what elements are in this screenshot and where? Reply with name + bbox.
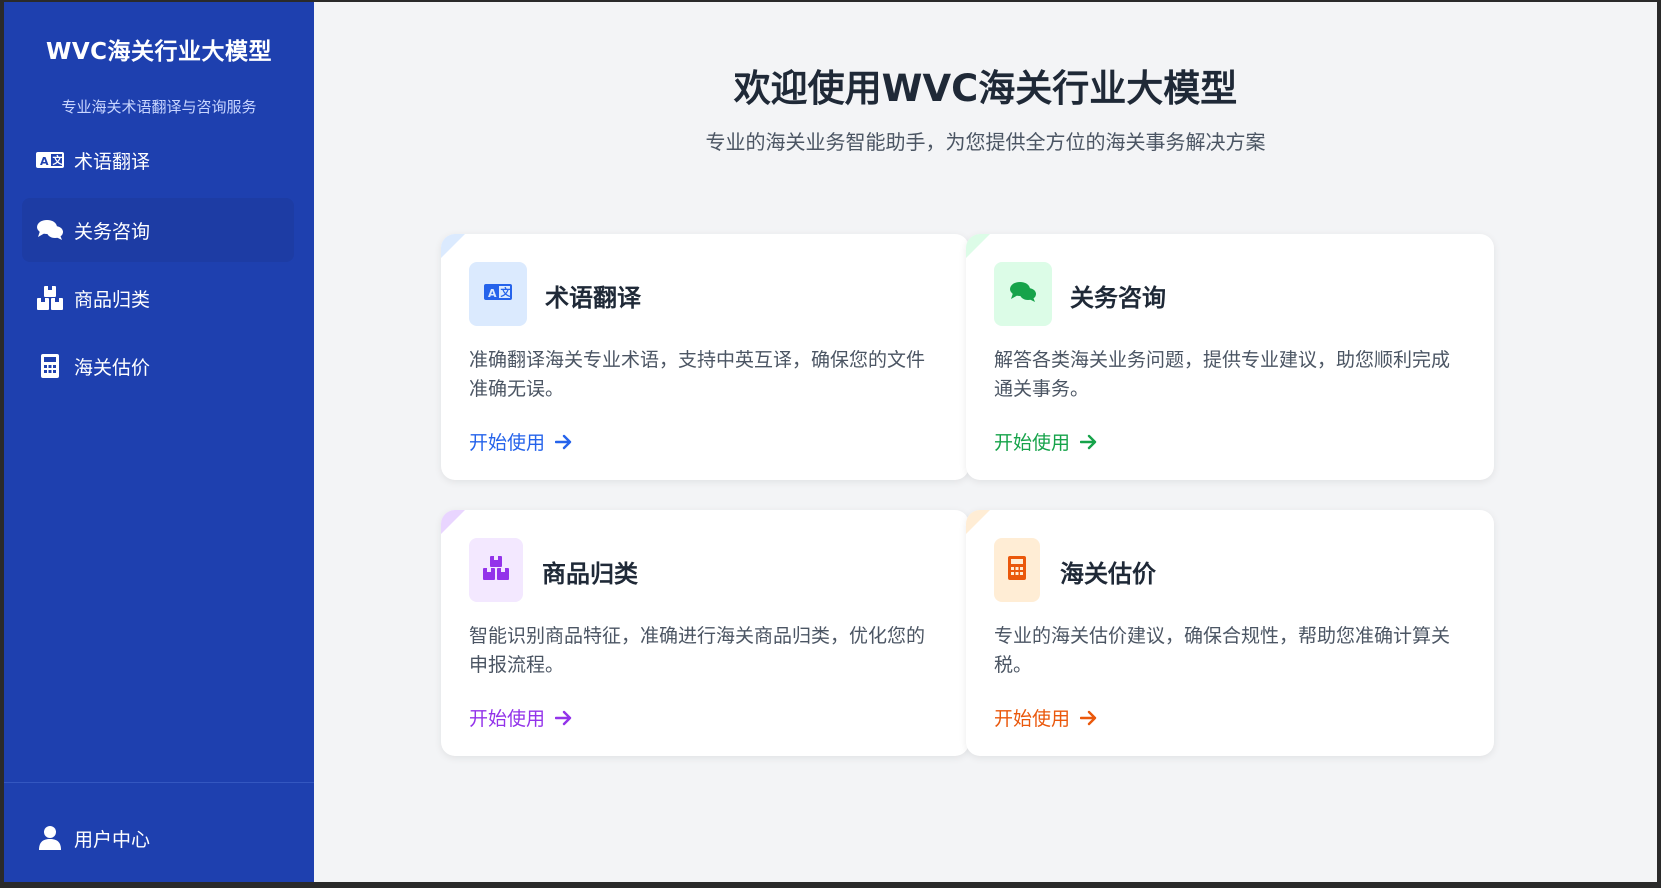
card-title: 术语翻译 bbox=[545, 284, 641, 312]
sidebar-divider bbox=[4, 782, 314, 783]
sidebar-item-valuation[interactable]: 海关估价 bbox=[22, 334, 294, 398]
chat-bubbles-icon bbox=[1009, 280, 1037, 308]
sidebar-item-consulting[interactable]: 关务咨询 bbox=[22, 198, 294, 262]
page-title: 欢迎使用WVC海关行业大模型 bbox=[733, 67, 1238, 110]
sidebar-item-label: 关务咨询 bbox=[74, 220, 151, 243]
card-translation[interactable]: A文 术语翻译 准确翻译海关专业术语，支持中英互译，确保您的文件准确无误。 开始… bbox=[441, 234, 969, 480]
card-icon-box bbox=[994, 538, 1040, 602]
card-classification[interactable]: 商品归类 智能识别商品特征，准确进行海关商品归类，优化您的申报流程。 开始使用 bbox=[441, 510, 969, 756]
card-link-label: 开始使用 bbox=[469, 432, 546, 454]
arrow-right-icon bbox=[555, 434, 573, 450]
card-description: 准确翻译海关专业术语，支持中英互译，确保您的文件准确无误。 bbox=[469, 349, 926, 400]
card-title: 关务咨询 bbox=[1070, 284, 1166, 312]
svg-text:A: A bbox=[40, 155, 49, 168]
card-start-link[interactable]: 开始使用 bbox=[994, 704, 1098, 731]
main-content: 欢迎使用WVC海关行业大模型 专业的海关业务智能助手，为您提供全方位的海关事务解… bbox=[314, 2, 1657, 882]
brand-title: WVC海关行业大模型 bbox=[45, 39, 273, 65]
card-description: 专业的海关估价建议，确保合规性，帮助您准确计算关税。 bbox=[994, 625, 1451, 676]
page-subtitle: 专业的海关业务智能助手，为您提供全方位的海关事务解决方案 bbox=[705, 130, 1266, 154]
svg-text:A: A bbox=[488, 287, 497, 300]
chat-bubbles-icon bbox=[36, 216, 64, 244]
card-link-label: 开始使用 bbox=[994, 432, 1071, 454]
sidebar-item-translation[interactable]: A文 术语翻译 bbox=[22, 128, 294, 192]
card-icon-box: A文 bbox=[469, 262, 527, 326]
translate-icon: A文 bbox=[484, 282, 512, 306]
svg-text:文: 文 bbox=[53, 154, 64, 167]
app-window: WVC海关行业大模型 专业海关术语翻译与咨询服务 A文 术语翻译 关务咨询 商品… bbox=[4, 2, 1657, 882]
card-description: 解答各类海关业务问题，提供专业建议，助您顺利完成通关事务。 bbox=[994, 349, 1451, 400]
boxes-icon bbox=[36, 284, 64, 312]
sidebar-item-label: 海关估价 bbox=[74, 356, 151, 379]
svg-text:文: 文 bbox=[501, 286, 512, 299]
card-consulting[interactable]: 关务咨询 解答各类海关业务问题，提供专业建议，助您顺利完成通关事务。 开始使用 bbox=[966, 234, 1494, 480]
card-corner-accent bbox=[966, 510, 990, 534]
card-start-link[interactable]: 开始使用 bbox=[469, 428, 573, 455]
translate-icon: A文 bbox=[36, 146, 64, 174]
card-icon-box bbox=[994, 262, 1052, 326]
card-corner-accent bbox=[441, 234, 465, 258]
sidebar-item-label: 术语翻译 bbox=[74, 150, 151, 173]
arrow-right-icon bbox=[1080, 434, 1098, 450]
arrow-right-icon bbox=[1080, 710, 1098, 726]
card-link-label: 开始使用 bbox=[994, 708, 1071, 730]
card-link-label: 开始使用 bbox=[469, 708, 546, 730]
card-title: 海关估价 bbox=[1060, 560, 1156, 588]
calculator-icon bbox=[1008, 556, 1026, 584]
card-valuation[interactable]: 海关估价 专业的海关估价建议，确保合规性，帮助您准确计算关税。 开始使用 bbox=[966, 510, 1494, 756]
card-corner-accent bbox=[966, 234, 990, 258]
brand-subtitle: 专业海关术语翻译与咨询服务 bbox=[61, 98, 257, 116]
user-icon bbox=[36, 824, 64, 852]
user-center-label: 用户中心 bbox=[74, 828, 151, 851]
card-corner-accent bbox=[441, 510, 465, 534]
arrow-right-icon bbox=[555, 710, 573, 726]
card-title: 商品归类 bbox=[542, 560, 638, 588]
card-start-link[interactable]: 开始使用 bbox=[994, 428, 1098, 455]
sidebar-item-label: 商品归类 bbox=[74, 288, 151, 311]
card-icon-box bbox=[469, 538, 523, 602]
card-start-link[interactable]: 开始使用 bbox=[469, 704, 573, 731]
user-center-button[interactable]: 用户中心 bbox=[22, 806, 294, 870]
sidebar-item-classification[interactable]: 商品归类 bbox=[22, 266, 294, 330]
card-description: 智能识别商品特征，准确进行海关商品归类，优化您的申报流程。 bbox=[469, 625, 926, 676]
calculator-icon bbox=[36, 352, 64, 380]
sidebar: WVC海关行业大模型 专业海关术语翻译与咨询服务 A文 术语翻译 关务咨询 商品… bbox=[4, 2, 314, 882]
boxes-icon bbox=[483, 556, 509, 584]
